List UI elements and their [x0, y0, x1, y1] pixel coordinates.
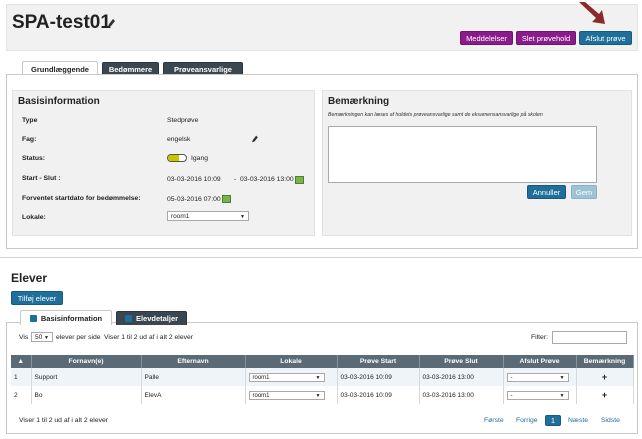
plus-icon[interactable]: +: [576, 386, 634, 404]
type-label: Type: [22, 117, 38, 124]
proeve-slut-cell: 03-03-2016 13:00: [419, 386, 504, 404]
row-lokale-select[interactable]: room1 ▼: [248, 390, 325, 400]
chevron-down-icon: ▼: [240, 214, 245, 220]
pager-first[interactable]: Første: [484, 417, 504, 424]
info-icon: [124, 315, 132, 322]
chevron-down-icon: ▼: [559, 392, 565, 399]
row-number: 2: [11, 386, 32, 404]
bemaerkning-subtitle: Bemærkningen kan læses af holdets prøvea…: [328, 112, 543, 118]
per-page-value: 50: [35, 333, 43, 341]
filter-input[interactable]: [552, 331, 627, 344]
plus-icon[interactable]: +: [576, 368, 634, 386]
efternavn-cell: ElevA: [141, 386, 246, 404]
info-icon: [29, 314, 37, 322]
start-slut-label: Start - Slut :: [22, 175, 61, 182]
start-value: 03-03-2016 10:09: [167, 176, 221, 183]
annuller-button[interactable]: Annuller: [527, 185, 566, 199]
chevron-down-icon: ▼: [44, 335, 49, 341]
dash-separator: -: [234, 176, 237, 183]
calendar-icon[interactable]: [222, 195, 231, 203]
proeve-start-cell: 03-03-2016 10:09: [337, 368, 420, 386]
showing-count: Viser 1 til 2 ud af i alt 2 elever: [104, 334, 194, 341]
pager-prev[interactable]: Forrige: [516, 417, 538, 424]
arrow-pointer-icon: [579, 2, 605, 24]
slut-value: 03-03-2016 13:00: [240, 176, 294, 183]
row-afslut-select[interactable]: - ▼: [506, 372, 569, 382]
bemaerkning-textarea[interactable]: [328, 126, 597, 183]
meddelelser-button[interactable]: Meddelelser: [460, 31, 513, 45]
tab-basisinformation[interactable]: Basisinformation: [20, 310, 112, 325]
row-number: 1: [11, 368, 32, 386]
column-header[interactable]: Lokale: [245, 355, 338, 368]
footer-count: Viser 1 til 2 ud af i alt 2 elever: [19, 417, 109, 424]
proeve-start-cell: 03-03-2016 10:09: [337, 386, 420, 404]
row-afslut-value: -: [510, 392, 513, 399]
forventet-value: 05-03-2016 07:00: [167, 196, 221, 203]
pager-current-page[interactable]: 1: [545, 415, 561, 426]
filter-label: Filter:: [531, 334, 548, 341]
afslut-cell: - ▼: [503, 386, 577, 404]
lokale-label: Lokale:: [22, 214, 46, 221]
tab-elevdetaljer[interactable]: Elevdetaljer: [116, 311, 187, 325]
elever-title: Elever: [11, 271, 48, 285]
column-header[interactable]: Prøve Start: [337, 355, 420, 368]
status-toggle[interactable]: [167, 154, 187, 162]
table-header-row: ▲ Fornavn(e) Efternavn Lokale Prøve Star…: [11, 355, 634, 368]
tab-elevdetaljer-label: Elevdetaljer: [135, 314, 179, 323]
column-header[interactable]: Efternavn: [141, 355, 246, 368]
fornavn-cell: Bo: [31, 386, 142, 404]
fag-label: Fag:: [22, 136, 37, 143]
row-afslut-value: -: [510, 374, 513, 381]
bemaerkning-title: Bemærkning: [328, 96, 390, 107]
proeve-slut-cell: 03-03-2016 13:00: [419, 368, 504, 386]
pager-next[interactable]: Næste: [568, 417, 588, 424]
fornavn-cell: Support: [31, 368, 142, 386]
column-header[interactable]: Bemærkning: [576, 355, 634, 368]
per-page-suffix: elever per side: [56, 334, 101, 341]
status-label: Status:: [22, 155, 46, 162]
per-page-select[interactable]: 50 ▼: [31, 332, 53, 342]
type-value: Stedprøve: [167, 117, 199, 124]
forventet-label: Forventet startdato for bedømmelse:: [22, 195, 141, 202]
status-value: Igang: [191, 155, 209, 162]
table-row: 2 Bo ElevA room1 ▼ 03-03-2016 10:09 03-03…: [11, 386, 634, 404]
pager-last[interactable]: Sidste: [601, 417, 620, 424]
pencil-icon[interactable]: [106, 17, 116, 29]
tab-basisinformation-label: Basisinformation: [40, 313, 103, 323]
chevron-down-icon: ▼: [315, 392, 321, 399]
basisinformation-box: [12, 90, 315, 236]
basisinformation-title: Basisinformation: [18, 96, 100, 107]
afslut-cell: - ▼: [503, 368, 577, 386]
vis-label: Vis: [19, 334, 29, 341]
table-row: 1 Support Palle room1 ▼ 03-03-2016 10:09 …: [11, 368, 634, 386]
column-header[interactable]: Afslut Prøve: [503, 355, 577, 368]
lokale-select-value: room1: [171, 212, 190, 220]
tilfoej-elever-button[interactable]: Tilføj elever: [11, 291, 63, 305]
lokale-cell: room1 ▼: [245, 368, 338, 386]
chevron-down-icon: ▼: [315, 374, 321, 381]
gem-button[interactable]: Gem: [571, 185, 597, 199]
lokale-select[interactable]: room1 ▼: [167, 211, 249, 221]
row-afslut-select[interactable]: - ▼: [506, 390, 569, 400]
column-header[interactable]: Fornavn(e): [31, 355, 142, 368]
afslut-proeve-button[interactable]: Afslut prøve: [579, 31, 632, 45]
calendar-icon[interactable]: [295, 176, 304, 184]
section-divider: [0, 257, 642, 258]
lokale-cell: room1 ▼: [245, 386, 338, 404]
row-lokale-select[interactable]: room1 ▼: [248, 372, 325, 382]
elever-table: ▲ Fornavn(e) Efternavn Lokale Prøve Star…: [11, 355, 634, 404]
row-lokale-value: room1: [252, 374, 270, 381]
page-title: SPA-test01: [12, 12, 111, 33]
slet-proevehold-button[interactable]: Slet prøvehold: [516, 31, 576, 45]
chevron-down-icon: ▼: [559, 374, 565, 381]
column-header[interactable]: Prøve Slut: [419, 355, 504, 368]
pencil-icon[interactable]: [250, 134, 259, 144]
row-lokale-value: room1: [252, 392, 270, 399]
sort-icon[interactable]: ▲: [11, 355, 32, 368]
efternavn-cell: Palle: [141, 368, 246, 386]
fag-value: engelsk: [167, 136, 191, 143]
